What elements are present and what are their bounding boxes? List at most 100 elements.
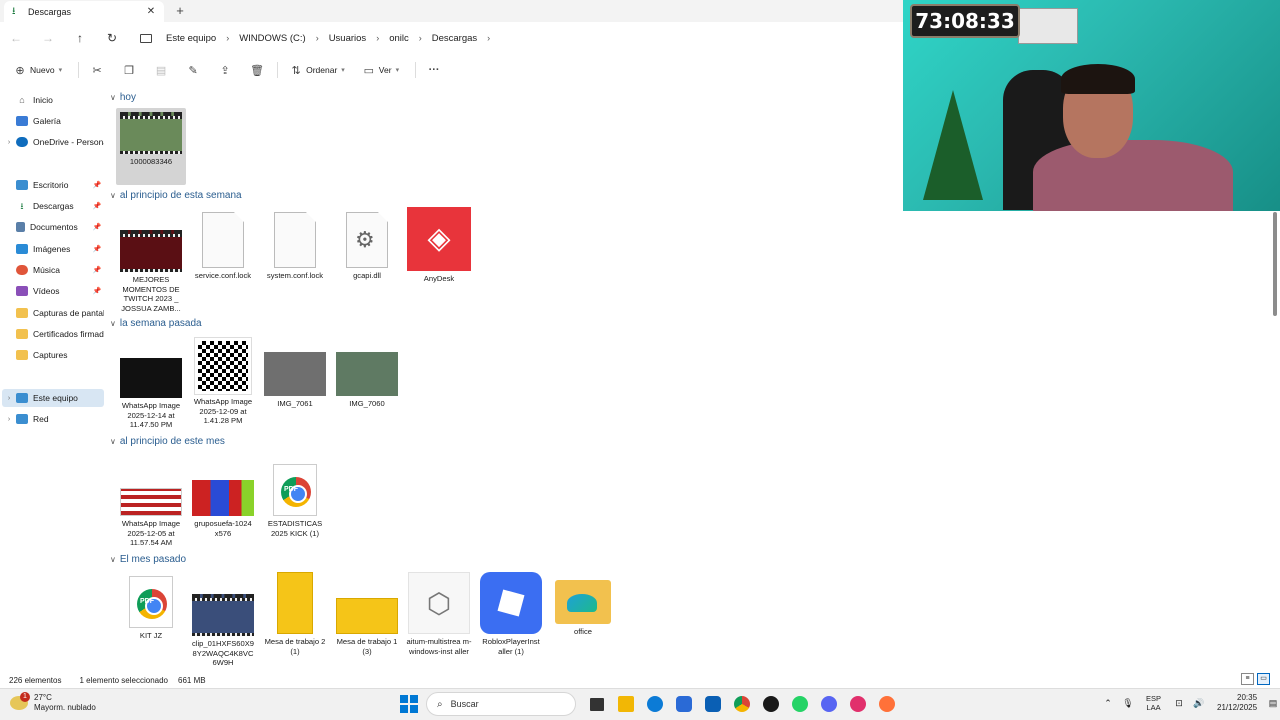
file-item[interactable]: service.conf.lock: [188, 206, 258, 281]
expand-chevron-icon[interactable]: ›: [2, 416, 16, 423]
share-icon[interactable]: ⇪: [215, 64, 235, 77]
file-item[interactable]: 1000083346: [116, 108, 186, 185]
tiles-view-icon[interactable]: ▭: [1257, 673, 1270, 685]
pin-icon[interactable]: 📌: [90, 245, 104, 253]
sidebar-item-escritorio[interactable]: Escritorio 📌: [2, 176, 104, 194]
new-button[interactable]: ⊕ Nuevo ▾: [10, 64, 62, 77]
file-item[interactable]: PDF ESTADISTICAS 2025 KICK (1): [260, 454, 330, 538]
forward-arrow-icon[interactable]: →: [32, 31, 64, 45]
back-arrow-icon[interactable]: ←: [0, 31, 32, 45]
sidebar-item-inicio[interactable]: ⌂ Inicio: [2, 91, 104, 109]
group-header-semana-pasada[interactable]: ∨ la semana pasada: [110, 318, 202, 329]
sidebar-item-capturas[interactable]: Capturas de pantall: [2, 304, 104, 322]
copy-icon[interactable]: ❐: [119, 64, 139, 77]
store-icon[interactable]: [671, 692, 697, 716]
file-item[interactable]: WhatsApp Image 2025-12-14 at 11.47.50 PM: [116, 336, 186, 430]
pin-icon[interactable]: 📌: [90, 266, 104, 274]
opera-icon[interactable]: [845, 692, 871, 716]
discord-icon[interactable]: [816, 692, 842, 716]
expand-chevron-icon[interactable]: ›: [2, 139, 16, 146]
group-header-esta-semana[interactable]: ∨ al principio de esta semana: [110, 190, 242, 201]
start-button[interactable]: [400, 695, 418, 713]
crumb-este-equipo[interactable]: Este equipo: [166, 33, 216, 44]
pin-icon[interactable]: 📌: [90, 181, 104, 189]
crumb-separator[interactable]: ›: [316, 33, 319, 43]
more-options-icon[interactable]: ···: [424, 64, 444, 76]
sidebar-item-este-equipo[interactable]: › Este equipo: [2, 389, 104, 407]
sidebar-item-descargas[interactable]: ⭳ Descargas 📌: [2, 197, 104, 215]
file-item[interactable]: MEJORES MOMENTOS DE TWITCH 2023 _ JOSSUA…: [116, 206, 186, 313]
whatsapp-icon[interactable]: [787, 692, 813, 716]
file-item[interactable]: ◈ AnyDesk: [404, 206, 474, 284]
crumb-separator[interactable]: ›: [487, 33, 490, 43]
sidebar-item-imagenes[interactable]: Imágenes 📌: [2, 240, 104, 258]
clock[interactable]: 20:35 21/12/2025: [1217, 693, 1257, 713]
taskview-icon[interactable]: [584, 692, 610, 716]
sidebar-item-musica[interactable]: Música 📌: [2, 261, 104, 279]
file-item[interactable]: Mesa de trabajo 2 (1): [260, 572, 330, 656]
obs-icon[interactable]: [758, 692, 784, 716]
file-item[interactable]: gruposuefa-1024 x576: [188, 454, 258, 538]
file-item[interactable]: system.conf.lock: [260, 206, 330, 281]
chevron-up-icon[interactable]: ⌃: [1100, 698, 1116, 709]
file-item[interactable]: PDF KIT JZ: [116, 572, 186, 641]
rename-icon[interactable]: ✎: [183, 64, 203, 77]
sidebar-item-galeria[interactable]: Galería: [2, 112, 104, 130]
sidebar-item-onedrive[interactable]: › OneDrive - Persona: [2, 133, 104, 151]
file-item[interactable]: clip_01HXFS60X9 8Y2WAQC4K8VC 6W9H: [188, 572, 258, 668]
sidebar-item-captures[interactable]: Captures: [2, 346, 104, 364]
vertical-scrollbar[interactable]: [1273, 212, 1277, 316]
pin-icon[interactable]: 📌: [90, 287, 104, 295]
sort-button[interactable]: ⇅ Ordenar ▾: [286, 64, 344, 77]
delete-icon[interactable]: 🗑: [247, 64, 267, 77]
crumb-usuarios[interactable]: Usuarios: [329, 33, 367, 44]
file-item[interactable]: RobloxPlayerInst aller (1): [476, 572, 546, 656]
refresh-icon[interactable]: ↻: [96, 31, 128, 45]
group-header-hoy[interactable]: ∨ hoy: [110, 92, 136, 103]
outlook-icon[interactable]: [700, 692, 726, 716]
breadcrumb[interactable]: Este equipo › WINDOWS (C:) › Usuarios › …: [136, 33, 500, 44]
sidebar-item-certificados[interactable]: Certificados firmad: [2, 325, 104, 343]
sidebar-item-documentos[interactable]: Documentos 📌: [2, 218, 104, 236]
tab-descargas[interactable]: ⭳ Descargas ✕: [4, 1, 164, 22]
crumb-separator[interactable]: ›: [226, 33, 229, 43]
crumb-descargas[interactable]: Descargas: [432, 33, 477, 44]
up-arrow-icon[interactable]: ↑: [64, 31, 96, 45]
file-item[interactable]: ⚙ gcapi.dll: [332, 206, 402, 281]
new-tab-button[interactable]: +: [172, 3, 188, 18]
file-item[interactable]: WhatsApp Image 2025-12-05 at 11.57.54 AM: [116, 454, 186, 548]
pin-icon[interactable]: 📌: [90, 202, 104, 210]
crumb-windows-c[interactable]: WINDOWS (C:): [239, 33, 306, 44]
language-indicator[interactable]: ESP LAA: [1146, 694, 1161, 712]
weather-widget[interactable]: 1 27°C Mayorm. nublado: [10, 692, 96, 713]
volume-icon[interactable]: 🔊: [1191, 698, 1207, 709]
group-header-este-mes[interactable]: ∨ al principio de este mes: [110, 436, 225, 447]
file-item[interactable]: IMG_7060: [332, 336, 402, 409]
crumb-onilc[interactable]: onilc: [389, 33, 409, 44]
firefox-icon[interactable]: [874, 692, 900, 716]
file-item[interactable]: Mesa de trabajo 1 (3): [332, 572, 402, 656]
crumb-separator[interactable]: ›: [419, 33, 422, 43]
edge-icon[interactable]: [642, 692, 668, 716]
view-button[interactable]: ▭ Ver ▾: [359, 64, 399, 77]
sidebar-item-red[interactable]: › Red: [2, 410, 104, 428]
close-tab-icon[interactable]: ✕: [144, 6, 158, 17]
expand-chevron-icon[interactable]: ›: [2, 395, 16, 402]
details-view-icon[interactable]: ≡: [1241, 673, 1254, 685]
taskbar-search[interactable]: ⌕ Buscar: [426, 692, 576, 716]
network-icon[interactable]: ⊡: [1171, 698, 1187, 709]
cut-icon[interactable]: ✂: [87, 64, 107, 77]
sidebar-item-videos[interactable]: Vídeos 📌: [2, 282, 104, 300]
file-item[interactable]: office: [548, 572, 618, 637]
notifications-icon[interactable]: ▤: [1265, 698, 1280, 709]
group-header-mes-pasado[interactable]: ∨ El mes pasado: [110, 554, 186, 565]
file-item[interactable]: IMG_7061: [260, 336, 330, 409]
pin-icon[interactable]: 📌: [90, 223, 104, 231]
paste-icon[interactable]: ▤: [151, 64, 171, 77]
crumb-separator[interactable]: ›: [376, 33, 379, 43]
file-item[interactable]: ⬡ aitum-multistrea m-windows-inst aller: [404, 572, 474, 656]
file-explorer-icon[interactable]: [613, 692, 639, 716]
file-item[interactable]: WhatsApp Image 2025-12-09 at 1.41.28 PM: [188, 336, 258, 426]
microphone-icon[interactable]: 🎙: [1120, 698, 1136, 709]
chrome-icon[interactable]: [729, 692, 755, 716]
